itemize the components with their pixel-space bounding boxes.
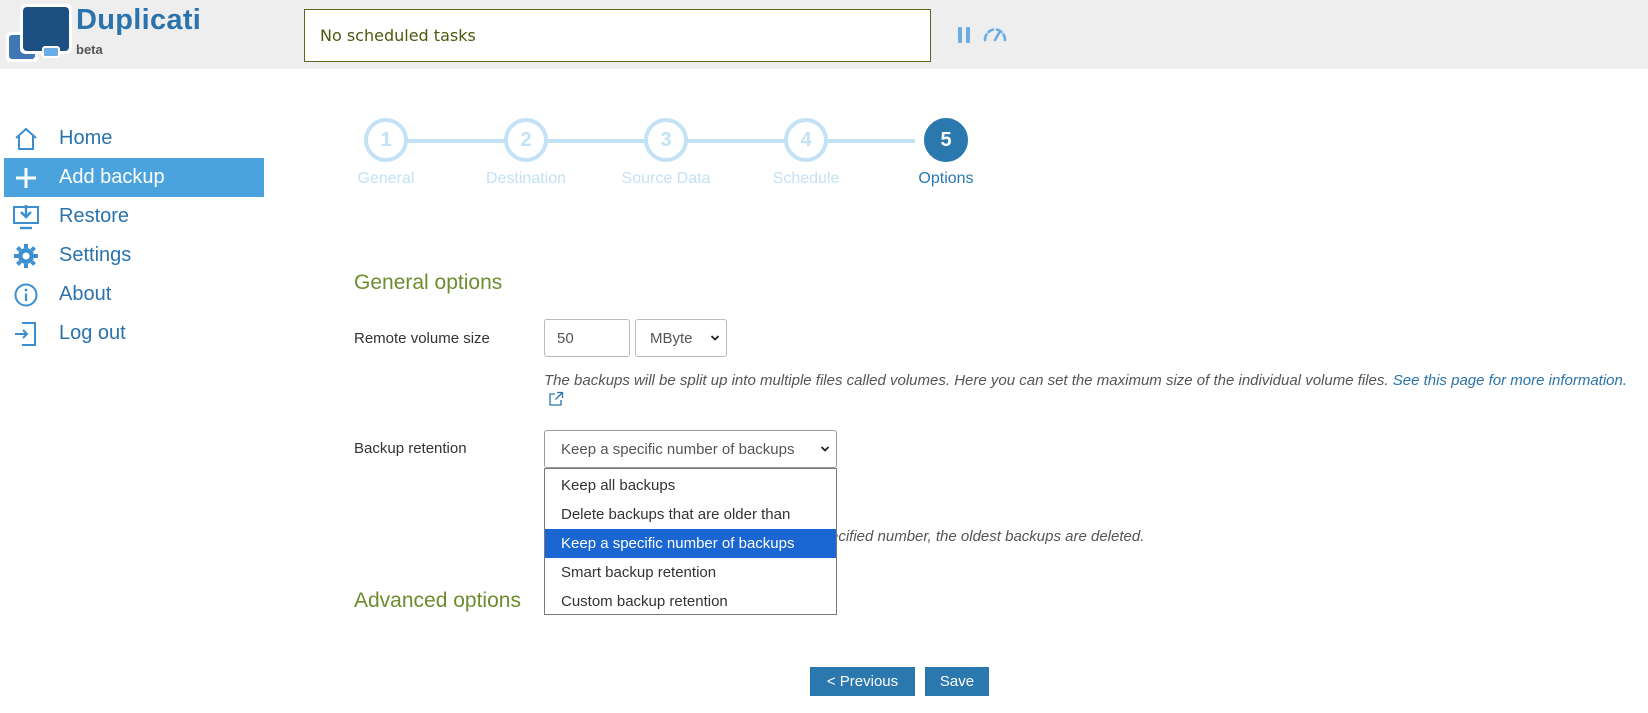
step-source-data[interactable]: 3 Source Data bbox=[596, 118, 736, 188]
sidebar-item-log-out[interactable]: Log out bbox=[4, 314, 264, 353]
backup-retention-select[interactable]: Keep a specific number of backups bbox=[544, 430, 837, 468]
sidebar-nav: Home Add backup Restore Settings About L… bbox=[4, 119, 264, 353]
gear-icon bbox=[14, 244, 38, 268]
step-label: Destination bbox=[485, 170, 567, 187]
sidebar-item-label: About bbox=[59, 283, 112, 305]
wizard-steps: 1 General 2 Destination 3 Source Data 4 … bbox=[330, 118, 1010, 198]
retention-option[interactable]: Delete backups that are older than bbox=[545, 500, 836, 529]
sidebar-item-label: Add backup bbox=[59, 166, 165, 188]
step-schedule[interactable]: 4 Schedule bbox=[736, 118, 876, 188]
logout-icon bbox=[15, 322, 36, 346]
remote-volume-size-input[interactable] bbox=[544, 319, 630, 357]
retention-option[interactable]: Custom backup retention bbox=[545, 587, 836, 616]
pause-icon[interactable] bbox=[957, 27, 971, 43]
top-header: Duplicati beta No scheduled tasks bbox=[0, 0, 1648, 69]
step-label: Options bbox=[918, 170, 974, 187]
save-button[interactable]: Save bbox=[925, 667, 989, 696]
volume-unit-value: MByte bbox=[650, 329, 693, 347]
retention-help-text: ecified number, the oldest backups are d… bbox=[830, 528, 1145, 545]
brand-name: Duplicati bbox=[76, 4, 202, 36]
plus-icon bbox=[16, 168, 36, 188]
step-number: 1 bbox=[364, 118, 408, 162]
step-label: General bbox=[357, 170, 415, 187]
more-info-link[interactable]: See this page for more information. bbox=[1393, 372, 1627, 389]
external-link-icon[interactable] bbox=[548, 391, 564, 407]
retention-option-selected[interactable]: Keep a specific number of backups bbox=[545, 529, 836, 558]
sidebar-item-label: Settings bbox=[59, 244, 132, 266]
sidebar-item-about[interactable]: About bbox=[4, 275, 264, 314]
brand-sub: beta bbox=[76, 42, 103, 57]
chevron-down-icon bbox=[710, 335, 720, 341]
step-number: 4 bbox=[784, 118, 828, 162]
sidebar-item-label: Home bbox=[59, 127, 113, 149]
restore-icon bbox=[13, 205, 39, 230]
step-general[interactable]: 1 General bbox=[316, 118, 456, 188]
status-text: No scheduled tasks bbox=[320, 26, 476, 45]
remote-volume-size-label: Remote volume size bbox=[354, 330, 490, 347]
sidebar-item-home[interactable]: Home bbox=[4, 119, 264, 158]
step-number: 2 bbox=[504, 118, 548, 162]
retention-option[interactable]: Keep all backups bbox=[545, 471, 836, 500]
info-icon bbox=[14, 283, 38, 307]
general-options-title: General options bbox=[354, 271, 503, 294]
status-box: No scheduled tasks bbox=[304, 9, 931, 62]
volume-help-text: The backups will be split up into multip… bbox=[544, 372, 1389, 389]
advanced-options-title[interactable]: Advanced options bbox=[354, 589, 521, 613]
retention-dropdown-list: Keep all backups Delete backups that are… bbox=[544, 468, 837, 615]
chevron-down-icon bbox=[820, 446, 830, 452]
retention-select-value: Keep a specific number of backups bbox=[561, 440, 795, 458]
previous-button[interactable]: < Previous bbox=[810, 667, 915, 696]
step-number: 3 bbox=[644, 118, 688, 162]
step-label: Schedule bbox=[772, 170, 840, 187]
volume-unit-select[interactable]: MByte bbox=[635, 319, 727, 357]
retention-option[interactable]: Smart backup retention bbox=[545, 558, 836, 587]
backup-retention-label: Backup retention bbox=[354, 440, 467, 457]
step-options[interactable]: 5 Options bbox=[876, 118, 1016, 188]
sidebar-item-settings[interactable]: Settings bbox=[4, 236, 264, 275]
step-number: 5 bbox=[924, 118, 968, 162]
duplicati-logo[interactable] bbox=[6, 4, 72, 62]
sidebar-item-add-backup[interactable]: Add backup bbox=[4, 158, 264, 197]
step-destination[interactable]: 2 Destination bbox=[456, 118, 596, 188]
sidebar-item-restore[interactable]: Restore bbox=[4, 197, 264, 236]
throttle-icon[interactable] bbox=[982, 26, 1008, 42]
home-icon bbox=[15, 127, 37, 150]
sidebar-item-label: Restore bbox=[59, 205, 130, 227]
sidebar-item-label: Log out bbox=[59, 322, 126, 344]
step-label: Source Data bbox=[621, 170, 711, 187]
volume-size-help: The backups will be split up into multip… bbox=[544, 370, 1634, 412]
